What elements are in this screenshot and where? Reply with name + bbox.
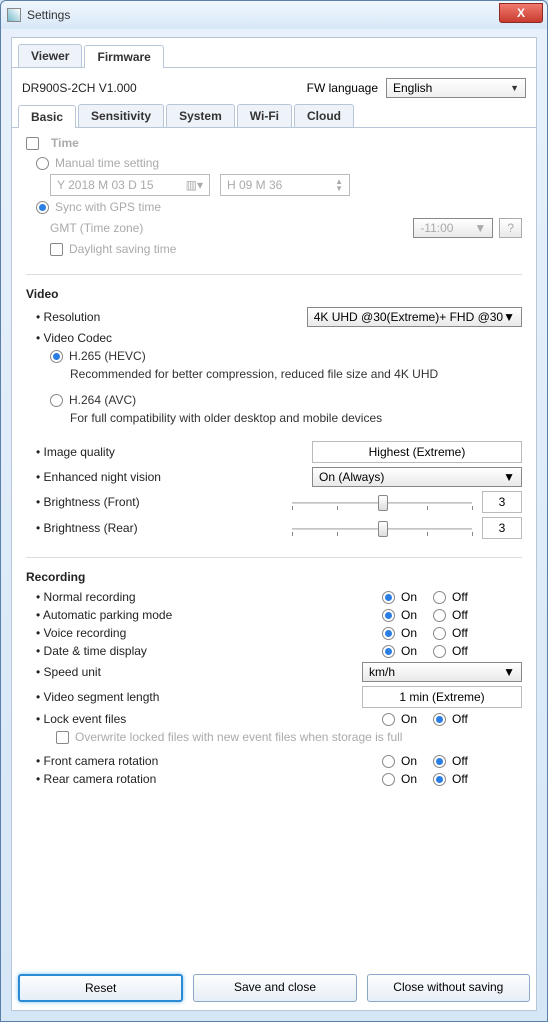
auto-parking-off[interactable]: Off	[433, 608, 468, 622]
night-vision-label: Enhanced night vision	[36, 470, 161, 484]
front-rotation-label: Front camera rotation	[36, 754, 158, 768]
tab-firmware[interactable]: Firmware	[84, 45, 163, 68]
h264-desc: For full compatibility with older deskto…	[70, 411, 382, 425]
gmt-value: -11:00	[420, 221, 453, 235]
chevron-down-icon: ▼	[510, 83, 519, 93]
sync-gps-radio	[36, 201, 49, 214]
normal-recording-on[interactable]: On	[382, 590, 417, 604]
overwrite-label: Overwrite locked files with new event fi…	[75, 730, 402, 744]
resolution-value: 4K UHD @30(Extreme)+ FHD @30	[314, 310, 503, 324]
night-vision-value: On (Always)	[319, 470, 384, 484]
calendar-icon: ▥▾	[186, 178, 203, 192]
subtab-cloud[interactable]: Cloud	[294, 104, 354, 127]
sync-gps-label: Sync with GPS time	[55, 200, 161, 214]
subtab-system[interactable]: System	[166, 104, 235, 127]
auto-parking-label: Automatic parking mode	[36, 608, 172, 622]
h264-label: H.264 (AVC)	[69, 393, 136, 407]
video-heading: Video	[26, 287, 58, 301]
image-quality-label: Image quality	[36, 445, 115, 459]
chevron-down-icon: ▼	[503, 665, 515, 679]
auto-parking-on[interactable]: On	[382, 608, 417, 622]
chevron-down-icon: ▼	[474, 221, 486, 235]
lock-event-label: Lock event files	[36, 712, 126, 726]
overwrite-check	[56, 731, 69, 744]
lock-event-on[interactable]: On	[382, 712, 417, 726]
h265-label: H.265 (HEVC)	[69, 349, 146, 363]
datetime-display-off[interactable]: Off	[433, 644, 468, 658]
fw-language-value: English	[393, 81, 432, 95]
gmt-select: -11:00 ▼	[413, 218, 493, 238]
brightness-front-value: 3	[482, 491, 522, 513]
brightness-front-label: Brightness (Front)	[36, 495, 140, 509]
segment-length-value: 1 min (Extreme)	[362, 686, 522, 708]
time-heading: Time	[51, 136, 79, 150]
front-rotation-on[interactable]: On	[382, 754, 417, 768]
codec-label: Video Codec	[36, 331, 112, 345]
fw-language-select[interactable]: English ▼	[386, 78, 526, 98]
time-enable-check[interactable]	[26, 137, 39, 150]
h265-desc: Recommended for better compression, redu…	[70, 367, 438, 381]
gmt-label: GMT (Time zone)	[50, 221, 143, 235]
rear-rotation-on[interactable]: On	[382, 772, 417, 786]
recording-heading: Recording	[26, 570, 85, 584]
manual-time-label: Manual time setting	[55, 156, 159, 170]
resolution-label: Resolution	[36, 310, 100, 324]
lock-event-off[interactable]: Off	[433, 712, 468, 726]
h264-radio[interactable]	[50, 394, 63, 407]
subtab-wifi[interactable]: Wi-Fi	[237, 104, 292, 127]
rear-rotation-label: Rear camera rotation	[36, 772, 156, 786]
brightness-rear-slider[interactable]	[292, 519, 472, 537]
image-quality-value: Highest (Extreme)	[312, 441, 522, 463]
voice-recording-on[interactable]: On	[382, 626, 417, 640]
spinner-icon: ▲▼	[335, 178, 343, 192]
date-field: Y 2018 M 03 D 15 ▥▾	[50, 174, 210, 196]
resolution-select[interactable]: 4K UHD @30(Extreme)+ FHD @30 ▼	[307, 307, 522, 327]
front-rotation-off[interactable]: Off	[433, 754, 468, 768]
datetime-display-on[interactable]: On	[382, 644, 417, 658]
brightness-rear-label: Brightness (Rear)	[36, 521, 138, 535]
speed-unit-label: Speed unit	[36, 665, 101, 679]
datetime-display-label: Date & time display	[36, 644, 147, 658]
normal-recording-off[interactable]: Off	[433, 590, 468, 604]
normal-recording-label: Normal recording	[36, 590, 136, 604]
night-vision-select[interactable]: On (Always) ▼	[312, 467, 522, 487]
model-version: DR900S-2CH V1.000	[22, 81, 137, 95]
chevron-down-icon: ▼	[503, 470, 515, 484]
chevron-down-icon: ▼	[503, 310, 515, 324]
brightness-rear-value: 3	[482, 517, 522, 539]
close-button[interactable]: X	[499, 3, 543, 23]
gmt-help-button: ?	[499, 218, 522, 238]
h265-radio[interactable]	[50, 350, 63, 363]
save-close-button[interactable]: Save and close	[193, 974, 356, 1002]
subtab-basic[interactable]: Basic	[18, 105, 76, 128]
app-icon	[7, 8, 21, 22]
brightness-front-slider[interactable]	[292, 493, 472, 511]
date-value: Y 2018 M 03 D 15	[57, 178, 154, 192]
rear-rotation-off[interactable]: Off	[433, 772, 468, 786]
subtab-sensitivity[interactable]: Sensitivity	[78, 104, 164, 127]
reset-button[interactable]: Reset	[18, 974, 183, 1002]
voice-recording-off[interactable]: Off	[433, 626, 468, 640]
manual-time-radio	[36, 157, 49, 170]
tab-viewer[interactable]: Viewer	[18, 44, 82, 67]
fw-language-label: FW language	[307, 81, 378, 95]
segment-length-label: Video segment length	[36, 690, 159, 704]
dst-label: Daylight saving time	[69, 242, 176, 256]
speed-unit-value: km/h	[369, 665, 395, 679]
close-without-saving-button[interactable]: Close without saving	[367, 974, 530, 1002]
dst-check	[50, 243, 63, 256]
time-field: H 09 M 36 ▲▼	[220, 174, 350, 196]
speed-unit-select[interactable]: km/h ▼	[362, 662, 522, 682]
window-title: Settings	[27, 8, 70, 22]
voice-recording-label: Voice recording	[36, 626, 126, 640]
time-value: H 09 M 36	[227, 178, 282, 192]
